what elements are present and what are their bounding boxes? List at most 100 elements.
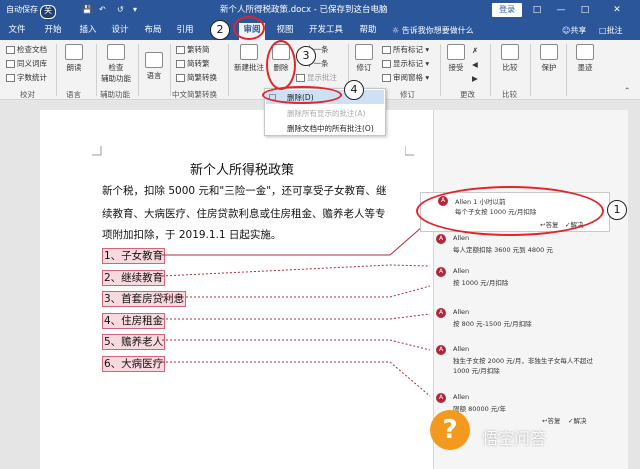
menu-delete-all[interactable]: 删除文档中的所有批注(O) xyxy=(287,123,374,134)
share-button[interactable]: ☺共享 xyxy=(562,23,586,38)
accessibility-label-2: 辅助功能 xyxy=(101,74,131,83)
question-icon: ? xyxy=(430,410,470,450)
show-comments-button[interactable]: 显示批注 xyxy=(296,72,337,83)
commented-list-item[interactable]: 2、继续教育 xyxy=(102,270,166,286)
read-aloud-button[interactable]: 朗读 xyxy=(62,44,86,73)
login-button[interactable]: 登录 xyxy=(492,3,522,17)
tab-file[interactable]: 文件 xyxy=(4,23,30,40)
separator xyxy=(490,44,491,96)
tab-design[interactable]: 设计 xyxy=(107,23,133,40)
share-label: 共享 xyxy=(570,26,587,35)
reviewing-pane-button[interactable]: 审阅窗格 ▾ xyxy=(382,72,429,83)
comments-label: 批注 xyxy=(606,26,623,35)
tab-help[interactable]: 帮助 xyxy=(355,23,381,40)
tell-me-search[interactable]: ☼ 告诉我你想要做什么 xyxy=(392,23,474,38)
language-button[interactable]: 语言 xyxy=(142,52,166,81)
pen-icon xyxy=(576,44,594,60)
protect-button[interactable]: 保护 xyxy=(536,44,562,73)
spelling-label: 检查文档 xyxy=(17,45,47,54)
simp-to-trad-button[interactable]: 简转繁 xyxy=(176,58,210,69)
highlight-circle-comment xyxy=(416,186,604,236)
comment-text: 按 1000 元/月扣除 xyxy=(453,279,509,287)
close-icon[interactable]: ✕ xyxy=(608,2,626,18)
reviewing-pane-label: 审阅窗格 xyxy=(393,73,423,82)
autosave-label: 自动保存 xyxy=(6,5,38,14)
read-aloud-label: 朗读 xyxy=(66,63,82,72)
comments-button[interactable]: □批注 xyxy=(599,23,623,38)
show-comments-label: 显示批注 xyxy=(307,73,337,82)
separator xyxy=(566,44,567,96)
protect-label: 保护 xyxy=(541,63,557,72)
check-accessibility-button[interactable]: 检查 辅助功能 xyxy=(100,44,132,84)
compare-button[interactable]: 比较 xyxy=(496,44,524,73)
reply-button[interactable]: ↩答复 xyxy=(542,415,560,425)
thesaurus-button[interactable]: 同义词库 xyxy=(6,58,47,69)
show-markup-icon xyxy=(382,60,391,68)
spelling-check-button[interactable]: 检查文档 xyxy=(6,44,47,55)
collapse-ribbon-icon[interactable]: ⌃ xyxy=(624,86,630,95)
ink-button[interactable]: 墨迹 xyxy=(572,44,598,73)
chinese-conversion-label: 简繁转换 xyxy=(187,73,217,82)
comment-text: 限额 80000 元/年 xyxy=(453,405,506,413)
paragraph-line: 新个税，扣除 5000 元和"三险一金"，还可享受子女教育、继 xyxy=(102,185,387,197)
markup-icon xyxy=(382,46,391,54)
next-change-icon[interactable]: ▶ xyxy=(472,74,478,83)
tab-home[interactable]: 开始 xyxy=(40,23,66,40)
maximize-icon[interactable]: □ xyxy=(576,2,594,18)
show-markup-label: 显示标记 xyxy=(393,59,423,68)
track-changes-label: 修订 xyxy=(356,63,372,72)
minimize-icon[interactable]: — xyxy=(552,2,570,18)
simp-to-trad-label: 简转繁 xyxy=(187,59,210,68)
commented-list-item[interactable]: 5、赡养老人 xyxy=(102,334,166,350)
avatar: A xyxy=(436,308,446,318)
track-changes-button[interactable]: 修订 xyxy=(352,44,376,73)
markup-dropdown[interactable]: 所有标记 ▾ xyxy=(382,44,429,55)
word-count-label: 字数统计 xyxy=(17,73,47,82)
trad-to-simp-label: 繁转简 xyxy=(187,45,210,54)
trad-simp-icon xyxy=(176,46,185,54)
separator xyxy=(530,44,531,96)
redo-icon[interactable]: ↺ xyxy=(117,3,124,17)
group-label-tracking: 修订 xyxy=(400,90,415,99)
commented-list-item[interactable]: 4、住房租金 xyxy=(102,313,166,329)
autosave-toggle[interactable]: 关 xyxy=(40,5,56,19)
avatar: A xyxy=(436,234,446,244)
trad-to-simp-button[interactable]: 繁转简 xyxy=(176,44,210,55)
corner-mark xyxy=(92,146,102,156)
comment-author: Allen xyxy=(453,308,470,316)
previous-change-icon[interactable]: ◀ xyxy=(472,60,478,69)
tab-references[interactable]: 引用 xyxy=(172,23,198,40)
word-count-button[interactable]: 字数统计 xyxy=(6,72,47,83)
highlight-circle-review-tab xyxy=(233,16,265,40)
accept-button[interactable]: 接受 xyxy=(444,44,468,73)
tab-developer[interactable]: 开发工具 xyxy=(305,23,347,40)
simp-trad-icon xyxy=(176,60,185,68)
show-markup-button[interactable]: 显示标记 ▾ xyxy=(382,58,429,69)
customize-qat-icon[interactable]: ▾ xyxy=(133,3,137,17)
commented-list-item[interactable]: 1、子女教育 xyxy=(102,248,166,264)
thesaurus-label: 同义词库 xyxy=(17,59,47,68)
menu-delete-shown[interactable]: 删除所有显示的批注(A) xyxy=(287,108,365,119)
undo-icon[interactable]: ↶ xyxy=(99,3,106,17)
reject-icon[interactable]: ✗ xyxy=(472,46,478,55)
commented-list-item[interactable]: 6、大病医疗 xyxy=(102,356,166,372)
tab-insert[interactable]: 插入 xyxy=(75,23,101,40)
separator xyxy=(228,44,229,96)
save-icon[interactable]: 💾 xyxy=(82,3,92,17)
new-comment-button[interactable]: 新建批注 xyxy=(232,44,266,73)
corner-mark xyxy=(405,146,414,156)
comment-author: Allen xyxy=(453,393,470,401)
comment-author: Allen xyxy=(453,234,470,242)
tab-layout[interactable]: 布局 xyxy=(140,23,166,40)
new-comment-label: 新建批注 xyxy=(234,63,264,72)
language-label: 语言 xyxy=(146,71,162,80)
chinese-conversion-button[interactable]: 简繁转换 xyxy=(176,72,217,83)
resolve-button[interactable]: ✓解决 xyxy=(568,415,586,425)
tab-view[interactable]: 视图 xyxy=(272,23,298,40)
ribbon-display-icon[interactable]: □ xyxy=(528,2,546,18)
reply-label: 答复 xyxy=(547,417,561,425)
separator xyxy=(56,44,57,96)
comment-connectors xyxy=(161,219,431,397)
comment-text: 独生子女按 2000 元/月，非独生子女每人不超过 xyxy=(453,357,593,365)
separator xyxy=(170,44,171,96)
